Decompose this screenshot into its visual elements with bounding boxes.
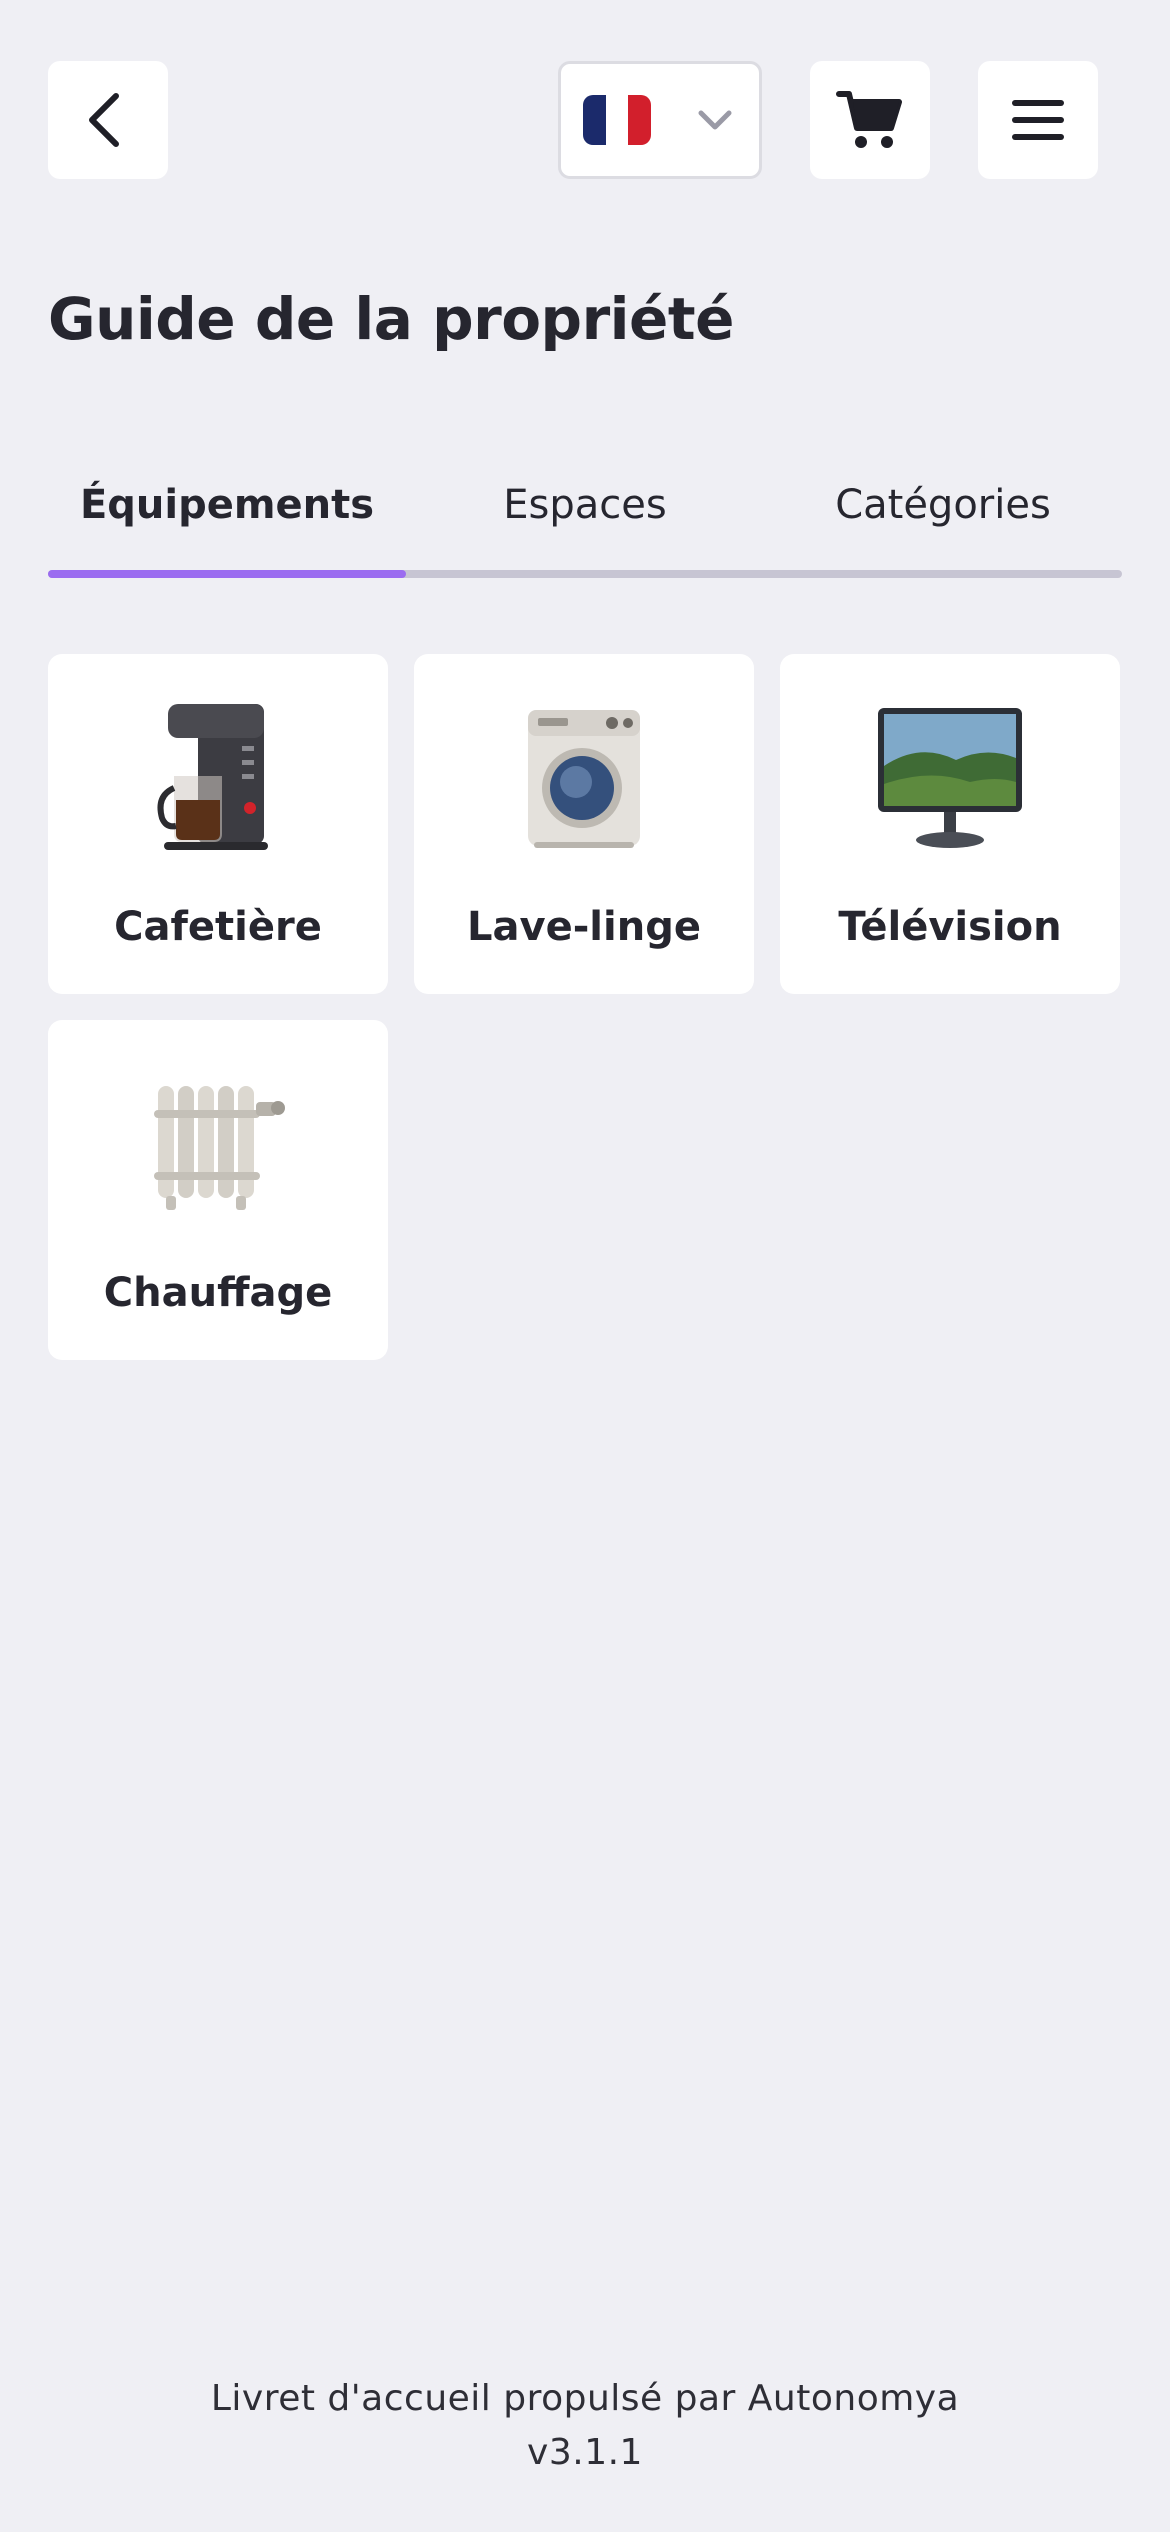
equipment-card-television[interactable]: Télévision — [780, 654, 1120, 994]
equipment-card-cafetiere[interactable]: Cafetière — [48, 654, 388, 994]
tab-bar: Équipements Espaces Catégories — [48, 470, 1122, 580]
equipment-card-lave-linge[interactable]: Lave-linge — [414, 654, 754, 994]
equipment-card-chauffage[interactable]: Chauffage — [48, 1020, 388, 1360]
radiator-icon — [154, 1086, 285, 1210]
footer-powered-by: Livret d'accueil propulsé par Autonomya — [210, 2378, 960, 2419]
equipment-label: Lave-linge — [467, 904, 701, 950]
active-tab-indicator — [48, 570, 406, 578]
page-title: Guide de la propriété — [48, 285, 734, 353]
back-button[interactable] — [48, 61, 168, 179]
france-flag-icon — [583, 95, 651, 145]
chevron-down-icon — [698, 110, 732, 130]
language-selector[interactable] — [558, 61, 762, 179]
cart-icon — [836, 91, 902, 148]
television-icon — [878, 708, 1022, 848]
chevron-left-icon — [89, 93, 119, 147]
equipment-label: Chauffage — [103, 1270, 333, 1316]
coffee-maker-icon — [157, 704, 268, 850]
washing-machine-icon — [528, 710, 640, 848]
tab-espaces[interactable]: Espaces — [406, 470, 764, 540]
equipment-label: Télévision — [838, 904, 1062, 950]
cart-button[interactable] — [810, 61, 930, 179]
tab-equipements[interactable]: Équipements — [48, 470, 406, 540]
equipment-label: Cafetière — [114, 904, 322, 950]
tab-categories[interactable]: Catégories — [764, 470, 1122, 540]
footer-version: v3.1.1 — [527, 2432, 643, 2473]
hamburger-menu-icon — [1012, 100, 1064, 140]
menu-button[interactable] — [978, 61, 1098, 179]
